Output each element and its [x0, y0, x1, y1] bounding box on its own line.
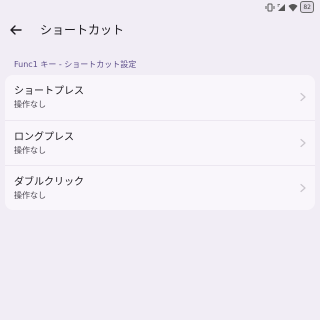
item-subtitle: 操作なし	[14, 191, 46, 200]
section-header: Func1 キー - ショートカット設定	[14, 60, 137, 69]
wifi-icon	[288, 2, 298, 12]
status-icons: 82	[265, 1, 314, 13]
shortcut-item-double-click[interactable]: ダブルクリック 操作なし	[5, 166, 315, 210]
back-button[interactable]	[6, 20, 26, 40]
arrow-left-icon	[10, 25, 22, 35]
app-bar: ショートカット	[0, 16, 320, 44]
battery-icon: 82	[300, 1, 314, 13]
item-title: ロングプレス	[14, 132, 74, 143]
item-subtitle: 操作なし	[14, 146, 46, 155]
item-title: ダブルクリック	[14, 177, 84, 188]
signal-icon	[277, 2, 286, 12]
shortcut-item-long-press[interactable]: ロングプレス 操作なし	[5, 121, 315, 166]
chevron-right-icon	[300, 92, 306, 102]
settings-card: ショートプレス 操作なし ロングプレス 操作なし ダブルクリック 操作なし	[5, 75, 315, 210]
item-title: ショートプレス	[14, 86, 84, 97]
page-title: ショートカット	[40, 23, 125, 37]
chevron-right-icon	[300, 183, 306, 193]
chevron-right-icon	[300, 138, 306, 148]
item-subtitle: 操作なし	[14, 100, 46, 109]
status-bar: 82	[0, 0, 320, 13]
vibrate-icon	[265, 2, 275, 12]
shortcut-item-short-press[interactable]: ショートプレス 操作なし	[5, 75, 315, 120]
